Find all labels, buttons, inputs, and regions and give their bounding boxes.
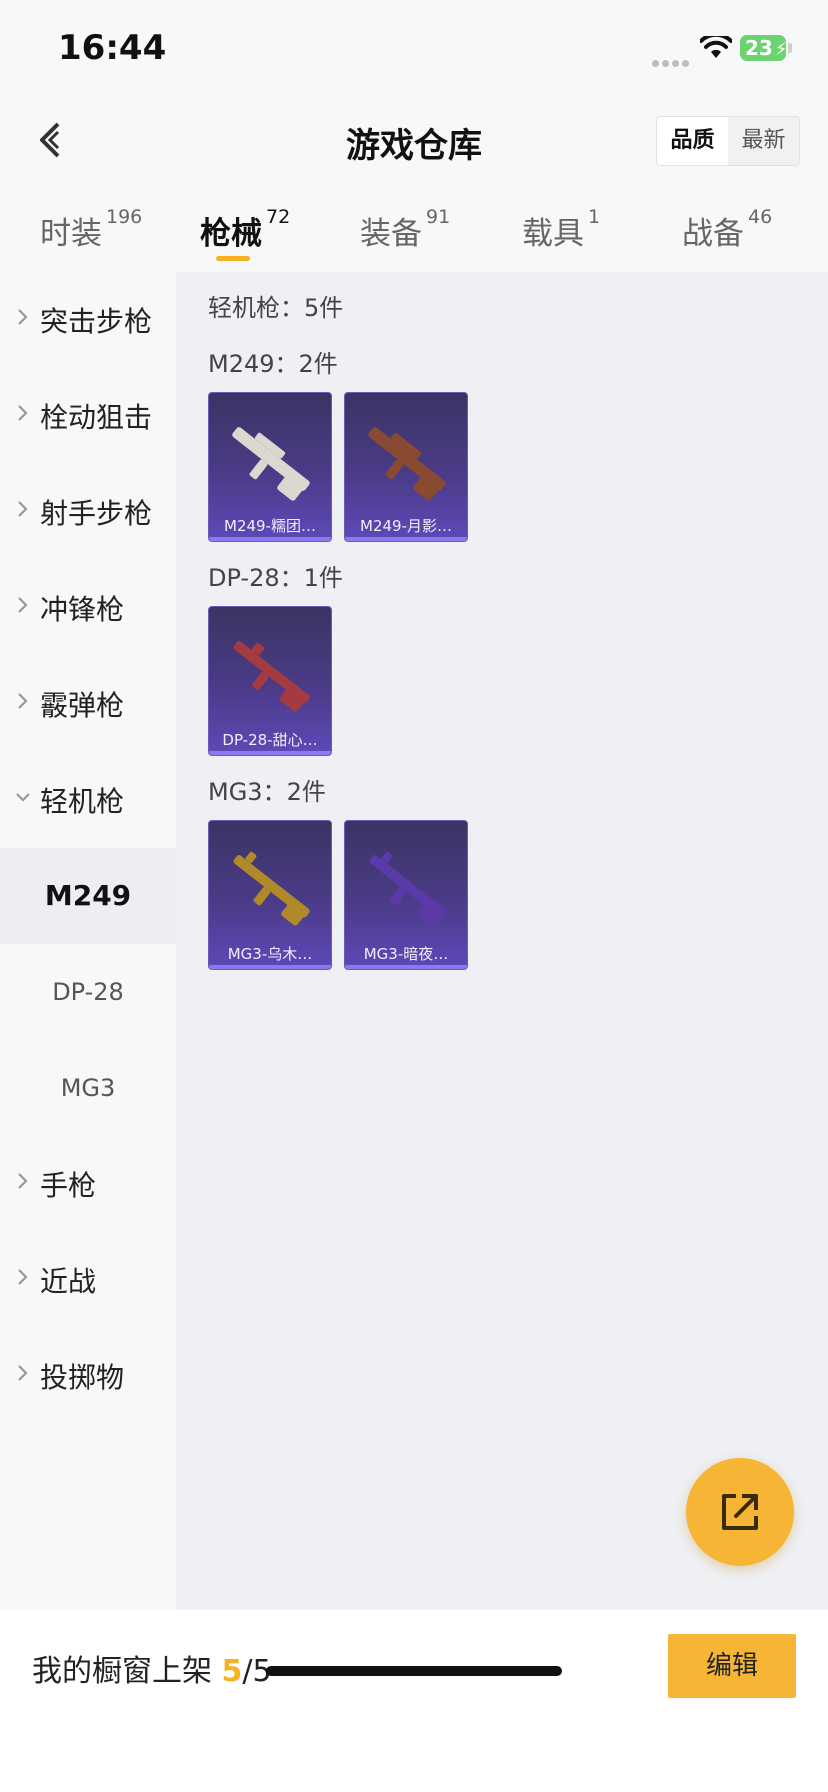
- sidebar-item-marksman-rifle[interactable]: 射手步枪: [0, 464, 176, 560]
- status-bar: 16:44 23 ⚡: [0, 0, 828, 100]
- chevron-right-icon: [18, 1173, 28, 1189]
- sidebar-item-pistol[interactable]: 手枪: [0, 1136, 176, 1232]
- tab-count: 72: [266, 206, 291, 228]
- group-header: DP-28：1件: [208, 564, 343, 592]
- group-header: MG3：2件: [208, 778, 326, 806]
- battery-icon: 23 ⚡: [740, 35, 787, 61]
- battery-tip: [788, 43, 792, 53]
- sidebar-item-label: 轻机枪: [40, 785, 125, 818]
- chevron-right-icon: [18, 309, 28, 325]
- weapon-grid: 轻机枪：5件 M249：2件 M249-糯团… M249-月影… DP-28：1…: [176, 272, 828, 1610]
- active-tab-indicator: [216, 256, 250, 261]
- gun-icon: [233, 851, 310, 926]
- battery-level: 23: [745, 36, 773, 60]
- gun-icon: [369, 851, 446, 926]
- weapon-type-sidebar: 突击步枪 栓动狙击 射手步枪 冲锋枪 霰弹枪 轻机枪 M249 DP-28 MG…: [0, 272, 176, 1610]
- tab-label: 载具: [522, 216, 584, 252]
- tab-fashion[interactable]: 时装 196: [40, 206, 143, 253]
- weapon-card-name: DP-28-甜心…: [222, 731, 318, 749]
- sidebar-item-label: 冲锋枪: [40, 593, 125, 626]
- share-export-icon: [722, 1494, 758, 1530]
- sidebar-item-melee[interactable]: 近战: [0, 1232, 176, 1328]
- chevron-right-icon: [18, 1269, 28, 1285]
- tab-count: 196: [106, 206, 143, 228]
- weapon-card[interactable]: M249-糯团…: [208, 392, 332, 542]
- gun-icon: [232, 427, 310, 501]
- weapon-card[interactable]: MG3-暗夜…: [344, 820, 468, 970]
- rarity-bar: [209, 537, 331, 541]
- sort-newest-button[interactable]: 最新: [728, 117, 799, 165]
- group-header: M249：2件: [208, 350, 338, 378]
- rarity-bar: [345, 965, 467, 969]
- sidebar-item-label: 突击步枪: [40, 305, 153, 338]
- gun-icon: [233, 641, 310, 712]
- weapon-card-name: MG3-乌木…: [227, 945, 313, 963]
- chevron-right-icon: [18, 405, 28, 421]
- sidebar-item-label: 射手步枪: [40, 497, 153, 530]
- sort-quality-button[interactable]: 品质: [657, 117, 728, 165]
- shelf-status: 我的橱窗上架 5/5: [32, 1646, 272, 1690]
- rarity-bar: [209, 965, 331, 969]
- sidebar-item-smg[interactable]: 冲锋枪: [0, 560, 176, 656]
- sidebar-item-label: 投掷物: [40, 1361, 125, 1394]
- sidebar-item-assault-rifle[interactable]: 突击步枪: [0, 272, 176, 368]
- sidebar-item-bolt-sniper[interactable]: 栓动狙击: [0, 368, 176, 464]
- weapon-card-name: MG3-暗夜…: [363, 945, 449, 963]
- tab-count: 46: [748, 206, 773, 228]
- sidebar-subitem-mg3[interactable]: MG3: [0, 1040, 176, 1136]
- shelf-label: 我的橱窗上架: [32, 1654, 212, 1689]
- sidebar-item-lmg[interactable]: 轻机枪: [0, 752, 176, 848]
- sidebar-item-label: 手枪: [40, 1169, 97, 1202]
- tab-label: 装备: [360, 216, 422, 252]
- chevron-down-icon: [16, 793, 30, 802]
- status-time: 16:44: [58, 28, 167, 68]
- sidebar-subitem-dp28[interactable]: DP-28: [0, 944, 176, 1040]
- sidebar-item-label: 霰弹枪: [40, 689, 125, 722]
- chevron-right-icon: [18, 501, 28, 517]
- sort-toggle: 品质 最新: [656, 116, 800, 166]
- chevron-right-icon: [18, 1365, 28, 1381]
- tab-supplies[interactable]: 战备 46: [682, 206, 773, 253]
- weapon-card[interactable]: M249-月影…: [344, 392, 468, 542]
- sidebar-item-shotgun[interactable]: 霰弹枪: [0, 656, 176, 752]
- tab-guns[interactable]: 枪械 72: [200, 206, 291, 253]
- signal-dots-icon: [652, 52, 692, 67]
- tab-label: 时装: [40, 216, 102, 252]
- rarity-bar: [209, 751, 331, 755]
- chevron-right-icon: [18, 693, 28, 709]
- share-button[interactable]: [686, 1458, 794, 1566]
- tab-count: 91: [426, 206, 451, 228]
- weapon-card[interactable]: DP-28-甜心…: [208, 606, 332, 756]
- home-indicator[interactable]: [266, 1666, 562, 1676]
- sidebar-subitem-m249[interactable]: M249: [0, 848, 176, 944]
- tab-label: 战备: [682, 216, 744, 252]
- tab-equipment[interactable]: 装备 91: [360, 206, 451, 253]
- sidebar-item-throwables[interactable]: 投掷物: [0, 1328, 176, 1424]
- sidebar-item-label: 近战: [40, 1265, 97, 1298]
- weapon-card[interactable]: MG3-乌木…: [208, 820, 332, 970]
- edit-button[interactable]: 编辑: [668, 1634, 796, 1698]
- bottom-bar: 我的橱窗上架 5/5 编辑: [0, 1610, 828, 1792]
- weapon-card-name: M249-月影…: [360, 517, 452, 535]
- sidebar-item-label: 栓动狙击: [40, 401, 153, 434]
- rarity-bar: [345, 537, 467, 541]
- category-tabs: 时装 196 枪械 72 装备 91 载具 1 战备 46: [0, 200, 828, 266]
- weapon-card-name: M249-糯团…: [224, 517, 316, 535]
- tab-label: 枪械: [200, 216, 262, 252]
- shelf-current: 5: [221, 1654, 243, 1689]
- category-header: 轻机枪：5件: [208, 294, 344, 322]
- chevron-right-icon: [18, 597, 28, 613]
- tab-vehicles[interactable]: 载具 1: [522, 206, 601, 253]
- wifi-icon: [700, 36, 732, 58]
- gun-icon: [368, 427, 446, 501]
- tab-count: 1: [588, 206, 601, 228]
